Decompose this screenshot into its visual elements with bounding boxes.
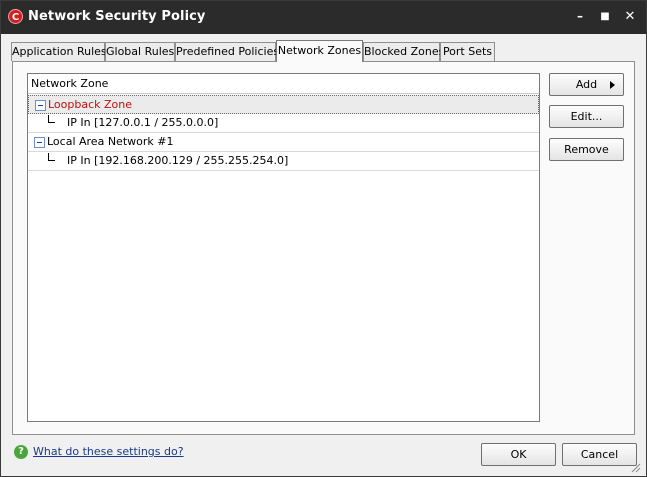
- column-header-network-zone[interactable]: Network Zone: [28, 74, 539, 94]
- remove-button[interactable]: Remove: [549, 138, 624, 161]
- tree-row-local-area-network[interactable]: Local Area Network #1: [28, 133, 539, 152]
- add-button-label: Add: [575, 78, 598, 91]
- maximize-icon[interactable]: ■: [596, 8, 614, 26]
- resize-grip-icon[interactable]: [629, 461, 641, 473]
- tree-branch-icon: [48, 153, 55, 161]
- minimize-icon[interactable]: –: [571, 8, 589, 26]
- tab-global-rules[interactable]: Global Rules: [105, 42, 175, 61]
- tab-blocked-zones[interactable]: Blocked Zones: [363, 42, 444, 61]
- add-button[interactable]: Add: [549, 73, 624, 96]
- collapse-icon[interactable]: [34, 137, 45, 148]
- close-icon[interactable]: ✕: [621, 8, 639, 26]
- window-title: Network Security Policy: [28, 9, 206, 24]
- tab-predefined-policies[interactable]: Predefined Policies: [175, 42, 279, 61]
- title-bar[interactable]: C Network Security Policy – ■ ✕: [1, 1, 646, 34]
- tree-branch-icon: [48, 115, 55, 123]
- dropdown-arrow-icon: [610, 81, 615, 89]
- ok-button[interactable]: OK: [481, 443, 556, 466]
- help-icon: ?: [14, 445, 28, 459]
- cancel-button[interactable]: Cancel: [562, 443, 637, 466]
- tab-port-sets[interactable]: Port Sets: [440, 42, 495, 61]
- app-logo-icon: C: [8, 9, 23, 24]
- tree-row-loopback-ip[interactable]: IP In [127.0.0.1 / 255.0.0.0]: [28, 114, 539, 133]
- tab-network-zones[interactable]: Network Zones: [276, 40, 363, 62]
- zone-name: Local Area Network #1: [47, 135, 174, 148]
- tree-row-lan-ip[interactable]: IP In [192.168.200.129 / 255.255.254.0]: [28, 152, 539, 171]
- tab-application-rules[interactable]: Application Rules: [11, 42, 107, 61]
- zone-ip-entry: IP In [192.168.200.129 / 255.255.254.0]: [67, 154, 289, 167]
- network-security-policy-window: C Network Security Policy – ■ ✕ Applicat…: [0, 0, 647, 477]
- zone-name: Loopback Zone: [48, 98, 133, 111]
- edit-button[interactable]: Edit...: [549, 105, 624, 128]
- collapse-icon[interactable]: [35, 100, 46, 111]
- zone-ip-entry: IP In [127.0.0.1 / 255.0.0.0]: [67, 116, 219, 129]
- network-zones-panel: Network Zone Loopback Zone IP In [127.0.…: [12, 61, 635, 435]
- help-link[interactable]: What do these settings do?: [33, 445, 184, 458]
- network-zone-tree[interactable]: Network Zone Loopback Zone IP In [127.0.…: [27, 73, 540, 422]
- tree-row-loopback-zone[interactable]: Loopback Zone: [28, 95, 539, 114]
